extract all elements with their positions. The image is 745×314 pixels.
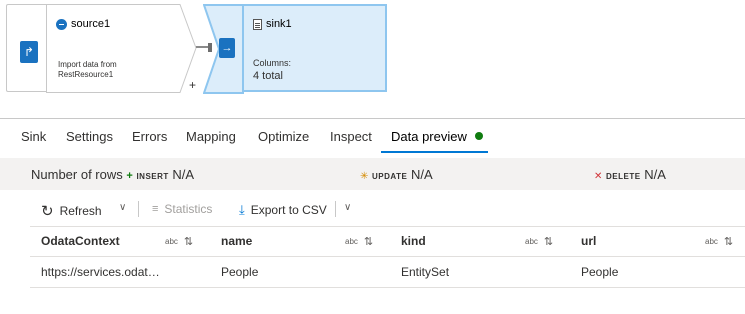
rows-stat: Number of rows + INSERT N/A bbox=[31, 167, 194, 182]
column-header-name[interactable]: name bbox=[221, 234, 252, 248]
download-icon: ⤓ bbox=[239, 202, 245, 217]
type-tag: abc bbox=[705, 237, 718, 246]
column-header-kind[interactable]: kind bbox=[401, 234, 426, 248]
column-header-url[interactable]: url bbox=[581, 234, 596, 248]
add-transform-button[interactable]: + bbox=[189, 78, 196, 92]
tab-mapping[interactable]: Mapping bbox=[186, 129, 236, 144]
source-type-icon bbox=[56, 18, 67, 30]
statistics-label: Statistics bbox=[164, 202, 213, 216]
sink-dataset-icon: → bbox=[219, 38, 235, 58]
table-row-border bbox=[30, 287, 745, 288]
source-desc-line1: Import data from bbox=[58, 60, 117, 69]
grid-header-border bbox=[30, 256, 745, 257]
statistics-button[interactable]: ≡ Statistics bbox=[152, 202, 212, 216]
sink-columns-value: 4 total bbox=[253, 70, 283, 82]
type-tag: abc bbox=[165, 237, 178, 246]
table-cell-url: People bbox=[581, 265, 619, 279]
sink-node-title: sink1 bbox=[253, 18, 292, 30]
sink-title-text: sink1 bbox=[266, 18, 292, 30]
sink-node[interactable]: sink1 Columns: 4 total bbox=[242, 4, 387, 92]
update-key: UPDATE bbox=[372, 172, 408, 181]
type-tag: abc bbox=[345, 237, 358, 246]
tab-errors[interactable]: Errors bbox=[132, 129, 167, 144]
active-tab-indicator bbox=[381, 151, 488, 153]
update-value: N/A bbox=[410, 167, 433, 182]
document-icon bbox=[253, 18, 262, 30]
update-star-icon: ✳ bbox=[360, 171, 369, 182]
delete-key: DELETE bbox=[606, 172, 641, 181]
type-tag: abc bbox=[525, 237, 538, 246]
sort-icon[interactable]: ⇅ bbox=[184, 235, 193, 248]
refresh-dropdown-button[interactable]: ∨ bbox=[119, 202, 126, 213]
tab-optimize[interactable]: Optimize bbox=[258, 129, 309, 144]
export-label: Export to CSV bbox=[250, 203, 327, 217]
toolbar-divider-2 bbox=[335, 201, 336, 217]
column-meta-url: abc ⇅ bbox=[705, 235, 733, 248]
sink-columns-label: Columns: bbox=[253, 58, 292, 68]
statistics-icon: ≡ bbox=[152, 203, 159, 215]
toolbar-divider bbox=[138, 201, 139, 217]
tab-inspect[interactable]: Inspect bbox=[330, 129, 372, 144]
delete-value: N/A bbox=[644, 167, 666, 182]
source-node[interactable]: source1 Import data from RestResource1 bbox=[46, 4, 197, 93]
source-title-text: source1 bbox=[71, 18, 111, 30]
source-node-title: source1 bbox=[56, 18, 110, 30]
insert-plus-icon: + bbox=[126, 170, 133, 182]
source-node-strip[interactable]: ↱ bbox=[6, 4, 46, 92]
column-header-odatacontext[interactable]: OdataContext bbox=[41, 234, 120, 248]
export-csv-button[interactable]: ⤓ Export to CSV bbox=[239, 202, 327, 218]
chevron-down-icon: ∨ bbox=[119, 202, 127, 213]
tab-data-preview[interactable]: Data preview bbox=[391, 129, 483, 144]
export-dropdown-button[interactable]: ∨ bbox=[344, 202, 351, 213]
insert-value: N/A bbox=[172, 167, 195, 182]
rest-source-icon: ↱ bbox=[20, 41, 38, 63]
source-description: Import data from RestResource1 bbox=[58, 60, 168, 80]
tab-data-preview-label: Data preview bbox=[391, 129, 467, 144]
column-meta-odatacontext: abc ⇅ bbox=[165, 235, 193, 248]
panel-divider bbox=[0, 118, 745, 119]
rows-label: Number of rows bbox=[31, 167, 123, 182]
insert-key: INSERT bbox=[136, 172, 169, 181]
sort-icon[interactable]: ⇅ bbox=[724, 235, 733, 248]
delete-stat: ✕ DELETE N/A bbox=[594, 167, 666, 182]
grid-top-border bbox=[30, 226, 745, 227]
chevron-down-icon-2: ∨ bbox=[344, 202, 352, 213]
tab-sink[interactable]: Sink bbox=[21, 129, 46, 144]
update-stat: ✳ UPDATE N/A bbox=[360, 167, 433, 182]
sort-icon[interactable]: ⇅ bbox=[364, 235, 373, 248]
column-meta-kind: abc ⇅ bbox=[525, 235, 553, 248]
sort-icon[interactable]: ⇅ bbox=[544, 235, 553, 248]
table-cell-kind: EntitySet bbox=[401, 265, 450, 279]
table-cell-name: People bbox=[221, 265, 259, 279]
refresh-icon: ↻ bbox=[41, 203, 54, 220]
refresh-label: Refresh bbox=[59, 204, 102, 218]
status-ok-icon bbox=[474, 132, 483, 140]
source-desc-line2: RestResource1 bbox=[58, 70, 114, 79]
column-meta-name: abc ⇅ bbox=[345, 235, 373, 248]
table-cell-odatacontext: https://services.odat… bbox=[41, 265, 160, 279]
refresh-button[interactable]: ↻ Refresh bbox=[41, 202, 102, 220]
tab-settings[interactable]: Settings bbox=[66, 129, 113, 144]
delete-x-icon: ✕ bbox=[594, 171, 603, 182]
